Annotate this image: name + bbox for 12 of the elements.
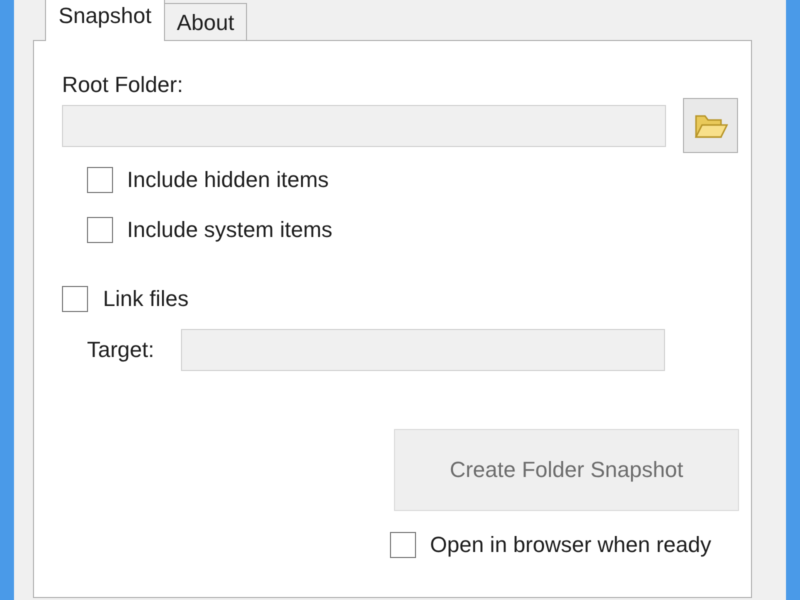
checkbox[interactable] — [62, 286, 88, 312]
checkbox-label: Link files — [103, 286, 189, 312]
tab[interactable]: Snapshot — [45, 0, 165, 41]
checkbox[interactable] — [87, 217, 113, 243]
checkbox-label: Include hidden items — [127, 167, 329, 193]
target-label: Target: — [87, 337, 156, 363]
checkbox-label: Open in browser when ready — [430, 532, 712, 558]
checkbox-label: Include system items — [127, 217, 332, 243]
checkbox[interactable] — [87, 167, 113, 193]
checkbox[interactable] — [390, 532, 416, 558]
root-folder-label: Root Folder: — [62, 72, 184, 98]
tab[interactable]: About — [164, 3, 247, 40]
